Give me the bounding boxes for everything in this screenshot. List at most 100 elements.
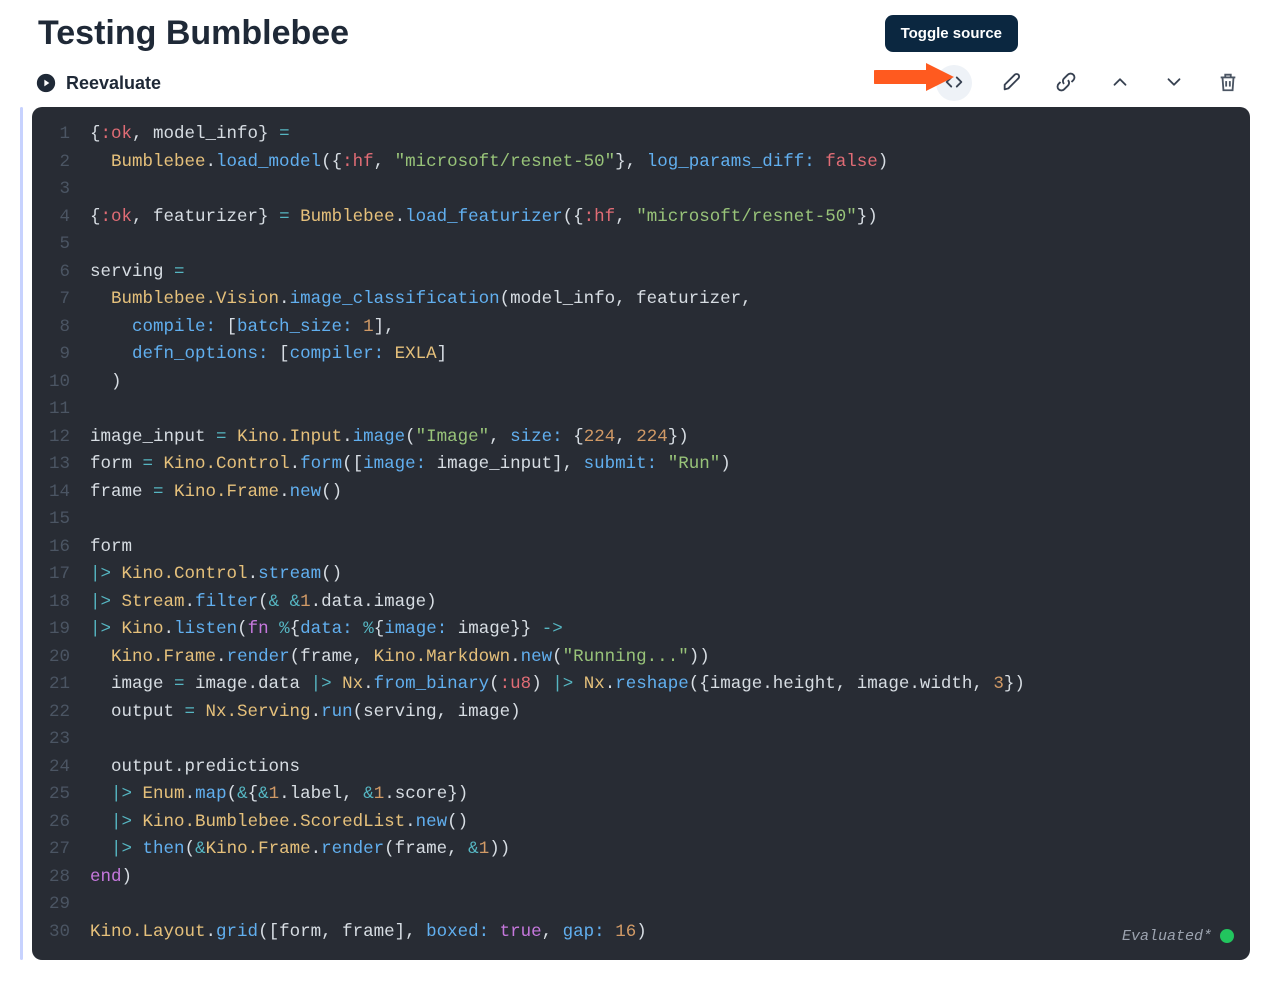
chevron-down-icon [1163,71,1185,96]
code-line: 29 [38,891,1232,919]
line-number: 25 [38,781,90,809]
line-number: 14 [38,479,90,507]
code-line: 1{:ok, model_info} = [38,121,1232,149]
code-content [90,726,1232,754]
code-line: 24 output.predictions [38,754,1232,782]
line-number: 28 [38,864,90,892]
code-line: 25 |> Enum.map(&{&1.label, &1.score}) [38,781,1232,809]
code-line: 7 Bumblebee.Vision.image_classification(… [38,286,1232,314]
line-number: 30 [38,919,90,947]
code-line: 23 [38,726,1232,754]
code-content: {:ok, featurizer} = Bumblebee.load_featu… [90,204,1232,232]
line-number: 6 [38,259,90,287]
code-content: compile: [batch_size: 1], [90,314,1232,342]
code-line: 4{:ok, featurizer} = Bumblebee.load_feat… [38,204,1232,232]
chevron-up-icon [1109,71,1131,96]
code-line: 8 compile: [batch_size: 1], [38,314,1232,342]
code-content: Kino.Frame.render(frame, Kino.Markdown.n… [90,644,1232,672]
code-content: Kino.Layout.grid([form, frame], boxed: t… [90,919,1232,947]
reevaluate-label: Reevaluate [66,73,161,94]
code-content: |> Stream.filter(& &1.data.image) [90,589,1232,617]
line-number: 11 [38,396,90,424]
line-number: 2 [38,149,90,177]
code-content: |> Kino.Bumblebee.ScoredList.new() [90,809,1232,837]
line-number: 3 [38,176,90,204]
code-content: Bumblebee.load_model({:hf, "microsoft/re… [90,149,1232,177]
code-content: form [90,534,1232,562]
code-content: image = image.data |> Nx.from_binary(:u8… [90,671,1232,699]
move-down-button[interactable] [1160,69,1188,97]
code-content [90,231,1232,259]
line-number: 29 [38,891,90,919]
code-line: 12image_input = Kino.Input.image("Image"… [38,424,1232,452]
line-number: 1 [38,121,90,149]
code-line: 14frame = Kino.Frame.new() [38,479,1232,507]
line-number: 16 [38,534,90,562]
code-content: form = Kino.Control.form([image: image_i… [90,451,1232,479]
code-content: output.predictions [90,754,1232,782]
code-content: |> Enum.map(&{&1.label, &1.score}) [90,781,1232,809]
code-line: 26 |> Kino.Bumblebee.ScoredList.new() [38,809,1232,837]
link-icon [1055,71,1077,96]
line-number: 9 [38,341,90,369]
code-content [90,396,1232,424]
line-number: 27 [38,836,90,864]
code-content: image_input = Kino.Input.image("Image", … [90,424,1232,452]
line-number: 5 [38,231,90,259]
line-number: 24 [38,754,90,782]
line-number: 12 [38,424,90,452]
evaluation-status-label: Evaluated* [1122,923,1212,951]
code-line: 28end) [38,864,1232,892]
evaluation-status: Evaluated* [1122,923,1234,951]
code-line: 17|> Kino.Control.stream() [38,561,1232,589]
cell-actions: Toggle source [936,65,1250,101]
page-title: Testing Bumblebee [38,14,1250,53]
code-cell[interactable]: 1{:ok, model_info} =2 Bumblebee.load_mod… [32,107,1250,960]
line-number: 20 [38,644,90,672]
edit-button[interactable] [998,69,1026,97]
code-content [90,891,1232,919]
code-line: 9 defn_options: [compiler: EXLA] [38,341,1232,369]
code-content: output = Nx.Serving.run(serving, image) [90,699,1232,727]
code-content: serving = [90,259,1232,287]
line-number: 22 [38,699,90,727]
pencil-icon [1001,71,1023,96]
code-line: 16form [38,534,1232,562]
toggle-source-button[interactable] [936,65,972,101]
code-content: |> Kino.listen(fn %{data: %{image: image… [90,616,1232,644]
link-button[interactable] [1052,69,1080,97]
line-number: 8 [38,314,90,342]
delete-button[interactable] [1214,69,1242,97]
toggle-source-tooltip: Toggle source [885,15,1018,52]
code-content: end) [90,864,1232,892]
code-line: 11 [38,396,1232,424]
code-line: 6serving = [38,259,1232,287]
move-up-button[interactable] [1106,69,1134,97]
reevaluate-button[interactable]: Reevaluate [36,73,161,94]
code-line: 22 output = Nx.Serving.run(serving, imag… [38,699,1232,727]
code-line: 27 |> then(&Kino.Frame.render(frame, &1)… [38,836,1232,864]
code-content: {:ok, model_info} = [90,121,1232,149]
trash-icon [1217,71,1239,96]
code-content: |> then(&Kino.Frame.render(frame, &1)) [90,836,1232,864]
code-line: 2 Bumblebee.load_model({:hf, "microsoft/… [38,149,1232,177]
code-line: 30Kino.Layout.grid([form, frame], boxed:… [38,919,1232,947]
code-line: 21 image = image.data |> Nx.from_binary(… [38,671,1232,699]
line-number: 4 [38,204,90,232]
line-number: 15 [38,506,90,534]
code-content: defn_options: [compiler: EXLA] [90,341,1232,369]
code-content: ) [90,369,1232,397]
play-icon [36,73,56,93]
status-dot-icon [1220,929,1234,943]
code-content: frame = Kino.Frame.new() [90,479,1232,507]
line-number: 19 [38,616,90,644]
line-number: 23 [38,726,90,754]
line-number: 7 [38,286,90,314]
line-number: 13 [38,451,90,479]
code-content: |> Kino.Control.stream() [90,561,1232,589]
code-line: 19|> Kino.listen(fn %{data: %{image: ima… [38,616,1232,644]
code-content [90,176,1232,204]
line-number: 17 [38,561,90,589]
line-number: 10 [38,369,90,397]
code-line: 18|> Stream.filter(& &1.data.image) [38,589,1232,617]
